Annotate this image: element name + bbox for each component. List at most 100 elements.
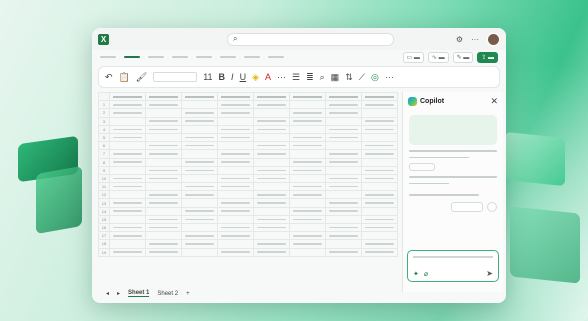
settings-icon[interactable]: ⚙: [456, 35, 463, 44]
tab-layout[interactable]: [172, 56, 188, 58]
reference-chip[interactable]: [409, 163, 435, 171]
wrap-icon[interactable]: ≣: [306, 72, 314, 83]
cell[interactable]: [181, 149, 218, 159]
cell[interactable]: [289, 206, 326, 216]
cell[interactable]: [325, 214, 362, 225]
cell[interactable]: [109, 239, 146, 249]
cell[interactable]: [109, 108, 146, 118]
undo-icon[interactable]: ↶: [105, 72, 113, 83]
cell[interactable]: [217, 198, 254, 208]
column-header[interactable]: [253, 91, 290, 102]
cell[interactable]: [181, 141, 218, 151]
cell[interactable]: [325, 190, 362, 200]
copilot-prompt-input[interactable]: ✦ ⌀ ➤: [407, 250, 499, 282]
cell[interactable]: [289, 173, 326, 184]
catch-up-button[interactable]: ∿ ▬: [427, 51, 449, 63]
cell[interactable]: [217, 182, 254, 192]
italic-button[interactable]: I: [231, 72, 234, 82]
cell[interactable]: [109, 206, 146, 216]
cell[interactable]: [325, 157, 362, 167]
cell[interactable]: [361, 198, 398, 208]
row-number[interactable]: 12: [98, 190, 110, 200]
cell[interactable]: [325, 149, 362, 159]
cell[interactable]: [145, 214, 182, 225]
cell[interactable]: [361, 141, 398, 151]
cell[interactable]: [325, 165, 362, 175]
row-number[interactable]: 17: [98, 231, 110, 241]
cell[interactable]: [217, 165, 254, 175]
cell[interactable]: [289, 116, 326, 126]
cell[interactable]: [181, 157, 218, 167]
cell[interactable]: [361, 108, 398, 118]
bold-button[interactable]: B: [219, 72, 226, 82]
row-number[interactable]: 9: [98, 165, 110, 175]
cell[interactable]: [325, 206, 362, 216]
editing-button[interactable]: ✎ ▬: [452, 51, 474, 63]
cell[interactable]: [181, 182, 218, 192]
cell[interactable]: [145, 132, 182, 143]
row-number[interactable]: 1: [98, 100, 110, 110]
cell[interactable]: [253, 108, 290, 118]
row-number[interactable]: 13: [98, 198, 110, 208]
cell[interactable]: [253, 165, 290, 175]
column-header[interactable]: [361, 91, 398, 102]
cell[interactable]: [145, 190, 182, 200]
cell[interactable]: [109, 231, 146, 241]
row-number[interactable]: 8: [98, 157, 110, 167]
cell[interactable]: [181, 116, 218, 126]
table-icon[interactable]: ▦: [331, 72, 340, 83]
cell[interactable]: [109, 149, 146, 159]
cell[interactable]: [217, 141, 254, 151]
select-all-corner[interactable]: [98, 91, 110, 102]
cell[interactable]: [145, 124, 182, 134]
cell[interactable]: [109, 157, 146, 167]
cell[interactable]: [325, 173, 362, 184]
cell[interactable]: [109, 198, 146, 208]
cell[interactable]: [253, 132, 290, 143]
cell[interactable]: [325, 198, 362, 208]
cell[interactable]: [289, 214, 326, 225]
cell[interactable]: [109, 124, 146, 134]
cell[interactable]: [325, 108, 362, 118]
cell[interactable]: [325, 239, 362, 249]
row-number[interactable]: 4: [98, 124, 110, 134]
prev-sheet-icon[interactable]: ◂: [106, 290, 109, 297]
cell[interactable]: [145, 157, 182, 167]
cell[interactable]: [217, 222, 254, 233]
cell[interactable]: [361, 116, 398, 126]
cell[interactable]: [361, 239, 398, 249]
avatar[interactable]: [487, 32, 500, 46]
cell[interactable]: [217, 190, 254, 200]
underline-button[interactable]: U: [240, 72, 247, 82]
cell[interactable]: [109, 214, 146, 225]
more-icon[interactable]: ···: [471, 35, 479, 44]
close-icon[interactable]: ✕: [490, 96, 498, 107]
cell[interactable]: [361, 165, 398, 175]
row-number[interactable]: 18: [98, 239, 110, 249]
cell[interactable]: [289, 190, 326, 200]
add-sheet-button[interactable]: +: [186, 291, 190, 297]
row-number[interactable]: 19: [98, 247, 110, 257]
cell[interactable]: [181, 132, 218, 143]
copilot-icon[interactable]: ◎: [371, 72, 379, 83]
cell[interactable]: [361, 173, 398, 184]
cell[interactable]: [361, 222, 398, 233]
cell[interactable]: [289, 198, 326, 208]
sparkle-icon[interactable]: ✦: [413, 270, 419, 278]
cell[interactable]: [325, 116, 362, 126]
attach-icon[interactable]: ⌀: [424, 270, 428, 278]
cell[interactable]: [109, 100, 146, 110]
share-button[interactable]: ⇪ ▬: [477, 51, 498, 63]
font-family-select[interactable]: [153, 72, 198, 82]
cell[interactable]: [181, 165, 218, 175]
sheet-tab[interactable]: Sheet 1: [128, 290, 150, 297]
cell[interactable]: [361, 214, 398, 225]
cell[interactable]: [217, 116, 254, 126]
cell[interactable]: [181, 247, 218, 257]
cell[interactable]: [109, 182, 146, 192]
cell[interactable]: [217, 149, 254, 159]
cell[interactable]: [145, 239, 182, 249]
cell[interactable]: [217, 231, 254, 241]
cell[interactable]: [109, 141, 146, 151]
cell[interactable]: [217, 173, 254, 184]
